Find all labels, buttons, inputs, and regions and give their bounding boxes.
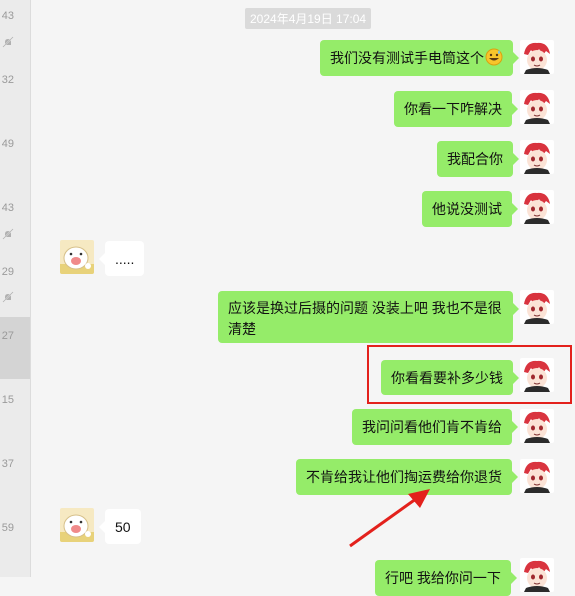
conversation-time: 29 [1,266,14,278]
conversation-time: 43 [1,10,14,22]
message-text: 行吧 我给你问一下 [385,570,501,586]
self-avatar[interactable] [520,90,554,124]
message-text: ..... [115,251,135,267]
conversation-time: 27 [1,330,14,342]
self-avatar[interactable] [520,409,554,443]
message-text: 他说没测试 [432,201,502,217]
red-arrow-icon [349,489,430,548]
self-avatar[interactable] [520,190,554,224]
bell-slash-icon [2,36,14,48]
message-timestamp: 2024年4月19日 17:04 [245,8,372,29]
self-avatar[interactable] [520,358,554,392]
contact-avatar[interactable] [60,240,94,274]
message-text: 50 [115,519,131,535]
conversation-time: 49 [1,138,14,150]
message-bubble-out[interactable]: 你看一下咋解决 [394,91,518,127]
self-avatar[interactable] [520,140,554,174]
grin-sweat-emoji-icon [485,48,503,66]
message-bubble-in[interactable]: ..... [98,241,145,276]
conversation-time: 37 [1,458,14,470]
self-avatar[interactable] [520,40,554,74]
contact-avatar[interactable] [60,508,94,542]
conversation-time: 43 [1,202,14,214]
bell-slash-icon [2,228,14,240]
message-bubble-out[interactable]: 我问问看他们肯不肯给 [352,409,518,445]
message-bubble-out[interactable]: 应该是换过后摄的问题 没装上吧 我也不是很清楚 [218,291,519,343]
conversation-time: 59 [1,522,14,534]
self-avatar[interactable] [520,558,554,592]
self-avatar[interactable] [520,290,554,324]
message-text: 应该是换过后摄的问题 没装上吧 我也不是很清楚 [228,300,502,337]
message-bubble-out[interactable]: 我配合你 [437,141,519,177]
self-avatar[interactable] [520,459,554,493]
message-text: 我们没有测试手电筒这个 [330,50,484,66]
conversation-time: 32 [1,74,14,86]
message-text: 我问问看他们肯不肯给 [362,419,502,435]
message-bubble-in[interactable]: 50 [99,509,141,544]
message-bubble-out[interactable]: 他说没测试 [422,191,518,227]
selected-conversation[interactable] [0,317,30,379]
message-bubble-out[interactable]: 我们没有测试手电筒这个 [320,40,519,76]
message-bubble-out[interactable]: 行吧 我给你问一下 [375,560,517,596]
bell-slash-icon [2,291,14,303]
message-text: 我配合你 [447,151,503,167]
conversation-time: 15 [1,394,14,406]
message-text: 你看一下咋解决 [404,101,502,117]
conversation-list: 43 32 49 43 29 27 15 37 59 [0,0,31,577]
